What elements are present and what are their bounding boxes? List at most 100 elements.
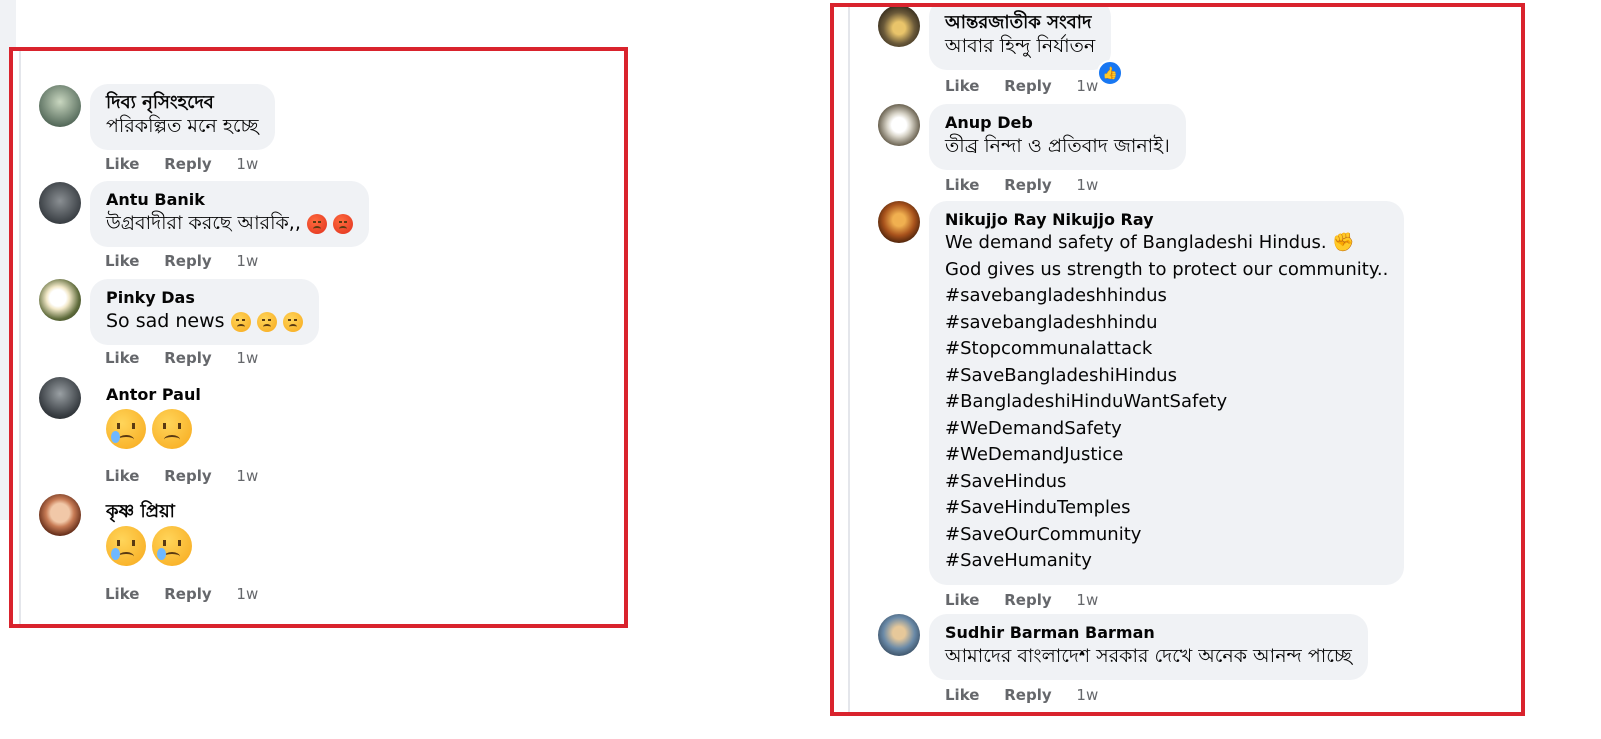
comment-actions: Like Reply 1w [105, 467, 278, 485]
reply-link[interactable]: Reply [164, 467, 211, 485]
comment-text: So sad news [106, 308, 303, 335]
comment-actions: Like Reply 1w [945, 77, 1118, 95]
like-link[interactable]: Like [945, 686, 979, 704]
comment-line: God gives us strength to protect our com… [945, 258, 1389, 280]
comment-timestamp[interactable]: 1w [1076, 176, 1098, 194]
avatar[interactable] [39, 182, 81, 224]
comment-author[interactable]: Nikujjo Ray Nikujjo Ray [945, 210, 1388, 230]
comment-timestamp[interactable]: 1w [236, 467, 258, 485]
comment-author[interactable]: Antu Banik [106, 190, 353, 210]
comment-timestamp[interactable]: 1w [236, 155, 258, 173]
like-link[interactable]: Like [105, 349, 139, 367]
comment-timestamp[interactable]: 1w [1076, 77, 1098, 95]
like-link[interactable]: Like [105, 585, 139, 603]
comment-text-body: So sad news [106, 310, 225, 332]
comment-actions: Like Reply 1w [945, 176, 1118, 194]
reply-link[interactable]: Reply [164, 155, 211, 173]
like-link[interactable]: Like [945, 77, 979, 95]
highlighted-comments-right: আন্তরজাতীক সংবাদ আবার হিন্দু নির্যাতন 👍 … [830, 3, 1525, 716]
hashtag-link[interactable]: #SaveHinduTemples [945, 495, 1388, 522]
reply-link[interactable]: Reply [1004, 591, 1051, 609]
reply-link[interactable]: Reply [164, 585, 211, 603]
hashtag-link[interactable]: #BangladeshiHinduWantSafety [945, 389, 1388, 416]
comment-text: আবার হিন্দু নির্যাতন [945, 35, 1096, 57]
like-link[interactable]: Like [945, 176, 979, 194]
comment-timestamp[interactable]: 1w [1076, 591, 1098, 609]
thread-line [848, 7, 850, 712]
comment-item: Nikujjo Ray Nikujjo Ray We demand safety… [878, 201, 1518, 621]
sad-face-emoji [256, 311, 277, 332]
hashtag-link[interactable]: #SaveBangladeshiHindus [945, 363, 1388, 390]
avatar[interactable] [878, 104, 920, 146]
reply-link[interactable]: Reply [1004, 686, 1051, 704]
comment-timestamp[interactable]: 1w [236, 349, 258, 367]
avatar[interactable] [878, 614, 920, 656]
comment-item: Antu Banik উগ্রবাদীরা করছে আরকি,, Like R… [39, 181, 599, 282]
sad-face-emoji [152, 409, 193, 449]
reply-link[interactable]: Reply [164, 349, 211, 367]
comment-actions: Like Reply 1w [105, 252, 278, 270]
comment-bubble: Sudhir Barman Barman আমাদের বাংলাদেশ সরক… [929, 614, 1368, 680]
crying-face-emoji [152, 526, 193, 566]
comment-timestamp[interactable]: 1w [236, 252, 258, 270]
crying-face-emoji [106, 526, 146, 566]
comment-actions: Like Reply 1w [105, 155, 278, 173]
comment-text: আমাদের বাংলাদেশ সরকার দেখে অনেক আনন্দ পা… [945, 645, 1352, 667]
like-link[interactable]: Like [945, 591, 979, 609]
reply-link[interactable]: Reply [164, 252, 211, 270]
comment-author[interactable]: Antor Paul [106, 385, 201, 405]
reply-link[interactable]: Reply [1004, 176, 1051, 194]
hashtag-link[interactable]: #WeDemandSafety [945, 416, 1388, 443]
comment-item: Anup Deb তীব্র নিন্দা ও প্রতিবাদ জানাই। … [878, 104, 1498, 204]
comment-bubble: কৃষ্ণ প্রিয়া [90, 493, 208, 576]
hashtag-link[interactable]: #SaveHumanity [945, 548, 1388, 575]
comment-timestamp[interactable]: 1w [1076, 686, 1098, 704]
highlighted-comments-left: দিব্য নৃসিংহদেব পরিকল্পিত মনে হচ্ছে Like… [9, 47, 628, 628]
comment-emoji-row [106, 526, 193, 566]
sad-face-emoji [230, 311, 251, 332]
hashtag-link[interactable]: #WeDemandJustice [945, 442, 1388, 469]
avatar[interactable] [878, 7, 920, 47]
sad-face-emoji [106, 409, 146, 449]
comment-item: Pinky Das So sad news Like Reply 1w [39, 279, 599, 379]
avatar[interactable] [39, 85, 81, 127]
comment-author[interactable]: কৃষ্ণ প্রিয়া [106, 502, 192, 522]
comment-author[interactable]: Sudhir Barman Barman [945, 623, 1352, 643]
angry-face-emoji [306, 213, 327, 234]
like-link[interactable]: Like [105, 155, 139, 173]
comment-text-body: উগ্রবাদীরা করছে আরকি,, [106, 212, 301, 234]
hashtag-link[interactable]: #Stopcommunalattack [945, 336, 1388, 363]
comment-item: Sudhir Barman Barman আমাদের বাংলাদেশ সরক… [878, 614, 1518, 712]
comment-actions: Like Reply 1w [105, 349, 278, 367]
sad-face-emoji [282, 311, 303, 332]
comment-author[interactable]: Anup Deb [945, 113, 1170, 133]
comment-author[interactable]: আন্তরজাতীক সংবাদ [945, 13, 1095, 33]
hashtag-link[interactable]: #SaveOurCommunity [945, 522, 1388, 549]
comment-author[interactable]: Pinky Das [106, 288, 303, 308]
comment-actions: Like Reply 1w [945, 686, 1118, 704]
hashtag-link[interactable]: #savebangladeshhindus [945, 283, 1388, 310]
avatar[interactable] [39, 377, 81, 419]
like-link[interactable]: Like [105, 467, 139, 485]
comment-text: উগ্রবাদীরা করছে আরকি,, [106, 210, 353, 237]
like-link[interactable]: Like [105, 252, 139, 270]
comment-item: দিব্য নৃসিংহদেব পরিকল্পিত মনে হচ্ছে Like… [39, 84, 599, 185]
comment-text: We demand safety of Bangladeshi Hindus. … [945, 230, 1388, 575]
comment-timestamp[interactable]: 1w [236, 585, 258, 603]
comment-bubble: আন্তরজাতীক সংবাদ আবার হিন্দু নির্যাতন [929, 7, 1112, 70]
comment-author[interactable]: দিব্য নৃসিংহদেব [106, 93, 259, 113]
comment-actions: Like Reply 1w [105, 585, 278, 603]
hashtag-link[interactable]: #savebangladeshhindu [945, 310, 1388, 337]
comment-bubble: Antor Paul [90, 376, 217, 459]
comment-line: We demand safety of Bangladeshi Hindus. … [945, 232, 1355, 253]
comment-actions: Like Reply 1w [945, 591, 1118, 609]
avatar[interactable] [39, 279, 81, 321]
comment-bubble: Anup Deb তীব্র নিন্দা ও প্রতিবাদ জানাই। [929, 104, 1186, 170]
comment-text: পরিকল্পিত মনে হচ্ছে [106, 115, 259, 137]
avatar[interactable] [878, 201, 920, 243]
comment-item: আন্তরজাতীক সংবাদ আবার হিন্দু নির্যাতন 👍 … [878, 7, 1498, 105]
comment-bubble: দিব্য নৃসিংহদেব পরিকল্পিত মনে হচ্ছে [90, 84, 275, 150]
reply-link[interactable]: Reply [1004, 77, 1051, 95]
avatar[interactable] [39, 494, 81, 536]
hashtag-link[interactable]: #SaveHindus [945, 469, 1388, 496]
